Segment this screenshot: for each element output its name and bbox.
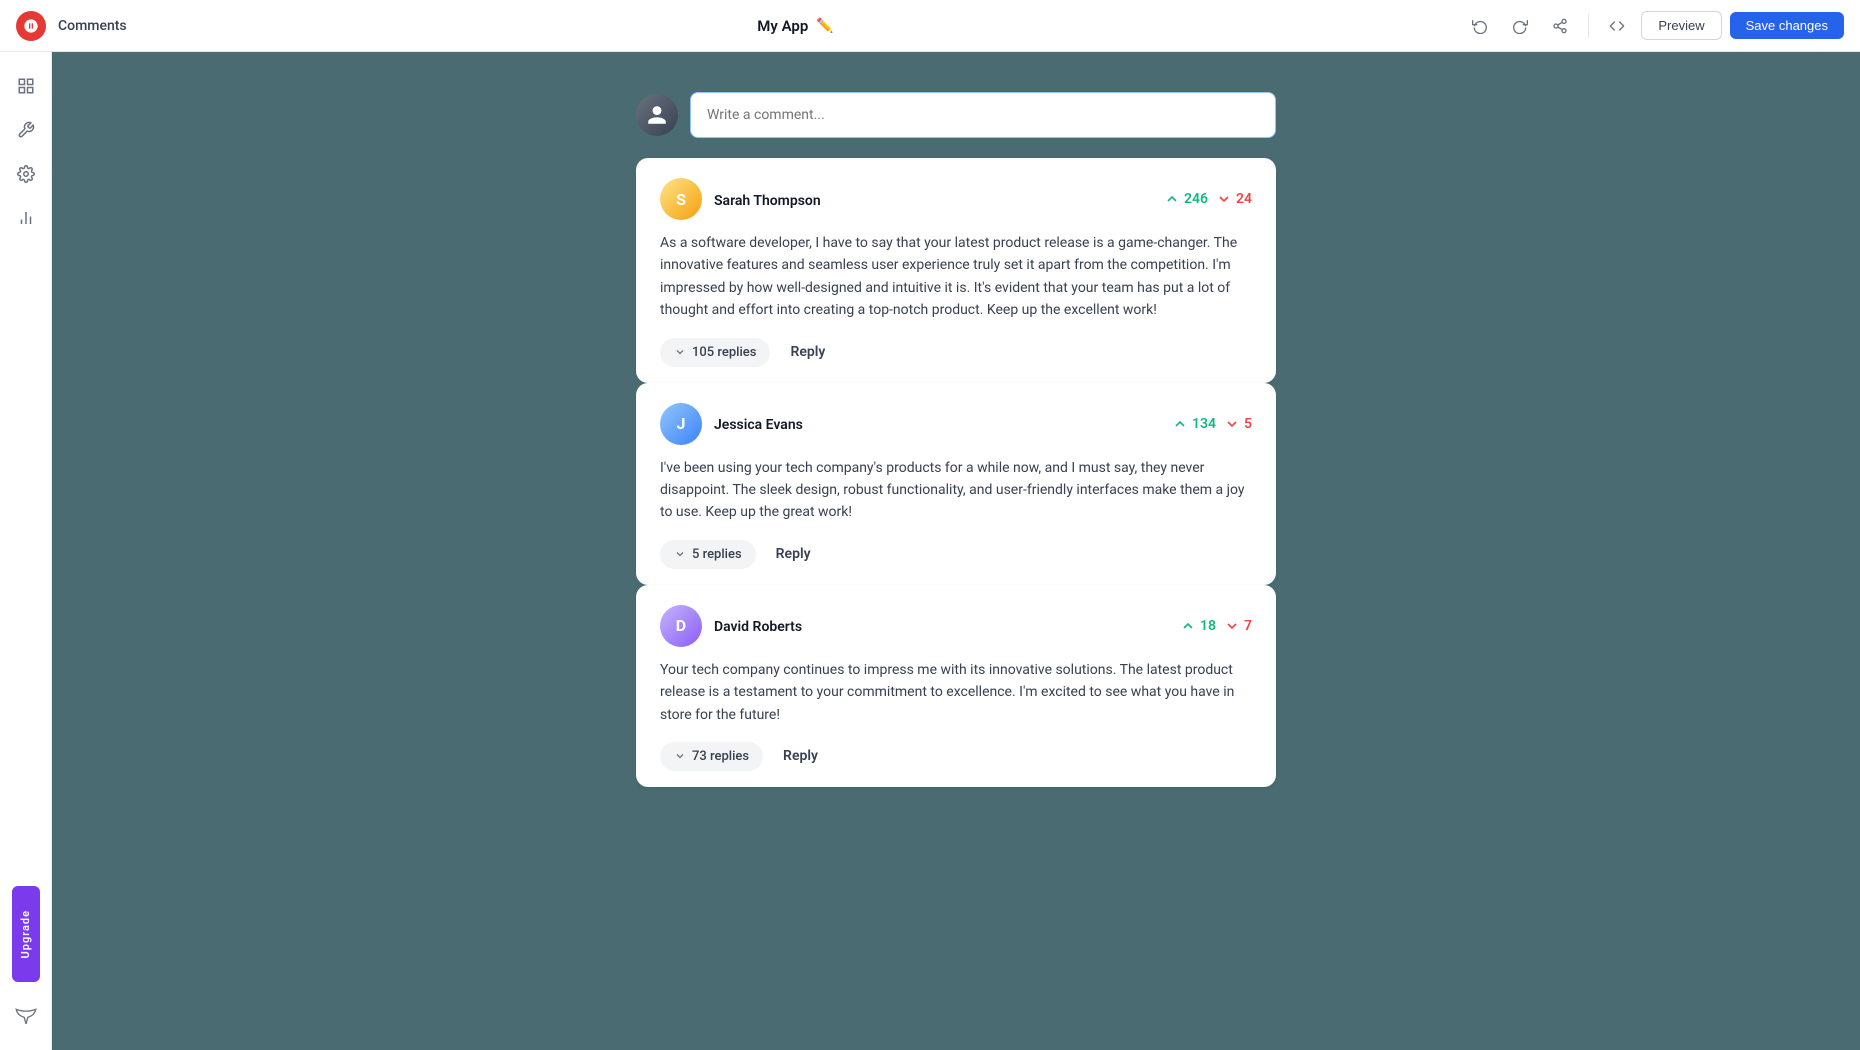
- downvote-count: 7: [1244, 618, 1252, 634]
- main-layout: Upgrade S Sarah Thomps: [0, 52, 1860, 1050]
- downvote-button[interactable]: 7: [1224, 618, 1252, 634]
- redo-button[interactable]: [1504, 10, 1536, 42]
- upgrade-button[interactable]: Upgrade: [12, 886, 40, 982]
- sidebar-item-dashboard[interactable]: [8, 68, 44, 104]
- reply-button[interactable]: Reply: [775, 742, 826, 770]
- comment-card: D David Roberts 18 7 Your tech company c…: [636, 585, 1276, 787]
- comment-header: S Sarah Thompson 246 24: [660, 178, 1252, 220]
- downvote-button[interactable]: 24: [1216, 191, 1252, 207]
- sidebar-bottom-icon[interactable]: [8, 998, 44, 1034]
- current-user-avatar: [636, 94, 678, 136]
- comment-actions: 73 replies Reply: [660, 742, 1252, 771]
- comment-avatar: S: [660, 178, 702, 220]
- code-button[interactable]: [1601, 10, 1633, 42]
- upvote-button[interactable]: 134: [1172, 416, 1216, 432]
- share-button[interactable]: [1544, 10, 1576, 42]
- sidebar: Upgrade: [0, 52, 52, 1050]
- preview-button[interactable]: Preview: [1641, 11, 1721, 40]
- comment-meta: David Roberts: [714, 616, 1168, 635]
- downvote-count: 24: [1236, 191, 1252, 207]
- comment-header: J Jessica Evans 134 5: [660, 403, 1252, 445]
- sidebar-item-analytics[interactable]: [8, 200, 44, 236]
- reply-button[interactable]: Reply: [782, 338, 833, 366]
- vote-area: 134 5: [1172, 416, 1252, 432]
- write-comment-input[interactable]: [690, 92, 1276, 138]
- app-logo[interactable]: [16, 11, 46, 41]
- comment-meta: Jessica Evans: [714, 414, 1160, 433]
- topbar-center: My App ✏️: [139, 17, 1453, 35]
- content-area: S Sarah Thompson 246 24 As a software de…: [52, 52, 1860, 1050]
- comment-author: Jessica Evans: [714, 417, 803, 433]
- upvote-button[interactable]: 246: [1164, 191, 1208, 207]
- app-name: My App: [757, 17, 808, 35]
- downvote-button[interactable]: 5: [1224, 416, 1252, 432]
- vote-area: 246 24: [1164, 191, 1252, 207]
- undo-button[interactable]: [1464, 10, 1496, 42]
- section-title: Comments: [58, 18, 127, 34]
- comments-list: S Sarah Thompson 246 24 As a software de…: [636, 158, 1276, 787]
- upvote-button[interactable]: 18: [1180, 618, 1216, 634]
- replies-button[interactable]: 73 replies: [660, 742, 763, 771]
- comment-avatar: D: [660, 605, 702, 647]
- comment-card: S Sarah Thompson 246 24 As a software de…: [636, 158, 1276, 383]
- save-button[interactable]: Save changes: [1730, 12, 1844, 39]
- comment-meta: Sarah Thompson: [714, 190, 1152, 209]
- comments-container: S Sarah Thompson 246 24 As a software de…: [636, 92, 1276, 787]
- reply-button[interactable]: Reply: [768, 540, 819, 568]
- comment-author: Sarah Thompson: [714, 193, 821, 209]
- topbar-actions: Preview Save changes: [1464, 10, 1844, 42]
- topbar: Comments My App ✏️ Preview Save changes: [0, 0, 1860, 52]
- downvote-count: 5: [1244, 416, 1252, 432]
- comment-header: D David Roberts 18 7: [660, 605, 1252, 647]
- topbar-divider: [1588, 14, 1589, 38]
- sidebar-item-settings[interactable]: [8, 156, 44, 192]
- replies-button[interactable]: 5 replies: [660, 540, 756, 569]
- comment-actions: 105 replies Reply: [660, 338, 1252, 367]
- comment-text: As a software developer, I have to say t…: [660, 232, 1252, 322]
- upgrade-label: Upgrade: [19, 910, 32, 958]
- comment-actions: 5 replies Reply: [660, 540, 1252, 569]
- edit-icon[interactable]: ✏️: [816, 18, 833, 34]
- replies-button[interactable]: 105 replies: [660, 338, 770, 367]
- comment-avatar: J: [660, 403, 702, 445]
- vote-area: 18 7: [1180, 618, 1252, 634]
- comment-card: J Jessica Evans 134 5 I've been using yo…: [636, 383, 1276, 585]
- upvote-count: 134: [1192, 416, 1216, 432]
- comment-text: Your tech company continues to impress m…: [660, 659, 1252, 726]
- write-comment-row: [636, 92, 1276, 138]
- upvote-count: 18: [1200, 618, 1216, 634]
- comment-text: I've been using your tech company's prod…: [660, 457, 1252, 524]
- comment-author: David Roberts: [714, 619, 802, 635]
- upvote-count: 246: [1184, 191, 1208, 207]
- sidebar-item-tools[interactable]: [8, 112, 44, 148]
